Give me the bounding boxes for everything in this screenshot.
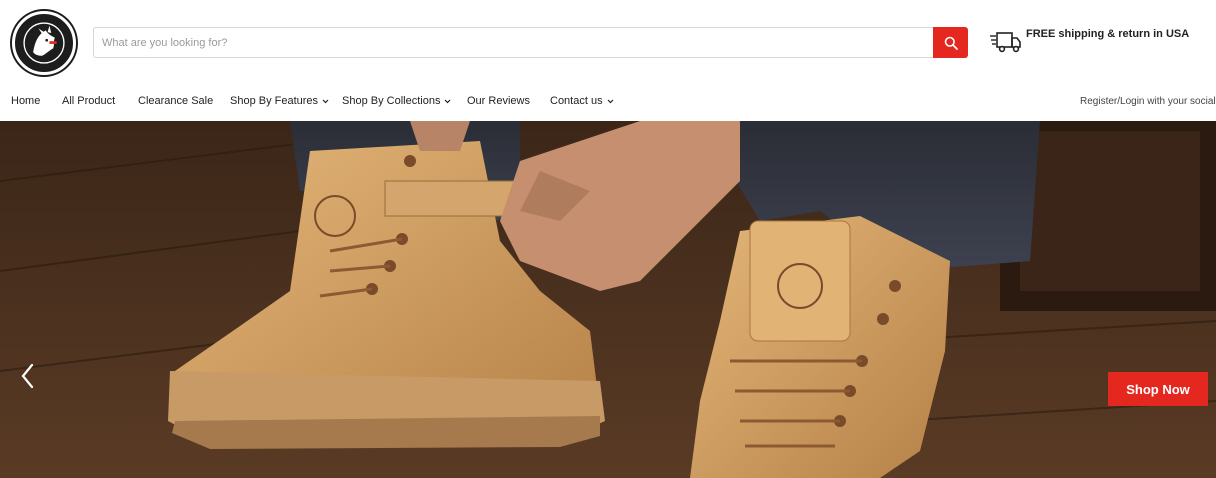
chevron-down-icon: [607, 99, 614, 103]
shipping-text: FREE shipping & return in USA: [1026, 28, 1190, 40]
nav-item-label: Clearance Sale: [138, 95, 214, 107]
main-nav: Home All Product Clearance Sale Shop By …: [0, 84, 1216, 121]
search-input[interactable]: [93, 27, 933, 58]
truck-icon: [990, 32, 1021, 53]
nav-item-label: Contact us: [550, 95, 603, 107]
shipping-promo: FREE shipping & return in USA: [990, 27, 1210, 59]
nav-item-all-product[interactable]: All Product: [62, 95, 115, 107]
nav-item-label: Home: [11, 95, 41, 107]
chevron-down-icon: [322, 99, 329, 103]
nav-item-clearance-sale[interactable]: Clearance Sale: [138, 95, 213, 107]
site-header: FREE shipping & return in USA: [0, 0, 1216, 84]
nav-item-home[interactable]: Home: [11, 95, 40, 107]
nav-item-label: Our Reviews: [467, 95, 530, 107]
search-button[interactable]: [933, 27, 968, 58]
nav-item-shop-by-collections[interactable]: Shop By Collections: [342, 95, 451, 107]
nav-item-label: Shop By Collections: [342, 95, 441, 107]
nav-item-contact-us[interactable]: Contact us: [550, 95, 614, 107]
brand-logo[interactable]: [12, 11, 76, 75]
search-bar: [93, 27, 968, 58]
search-icon: [944, 36, 958, 50]
shop-now-button[interactable]: Shop Now: [1108, 372, 1208, 406]
hero-slider: Shop Now: [0, 121, 1216, 478]
nav-item-shop-by-features[interactable]: Shop By Features: [230, 95, 329, 107]
account-login-link[interactable]: Register/Login with your social: [1080, 96, 1216, 107]
chevron-down-icon: [445, 99, 451, 103]
chevron-left-icon[interactable]: [16, 361, 40, 391]
hero-image: [0, 121, 1216, 478]
nav-item-our-reviews[interactable]: Our Reviews: [467, 95, 530, 107]
nav-item-label: Shop By Features: [230, 95, 319, 107]
nav-item-label: All Product: [62, 95, 116, 107]
